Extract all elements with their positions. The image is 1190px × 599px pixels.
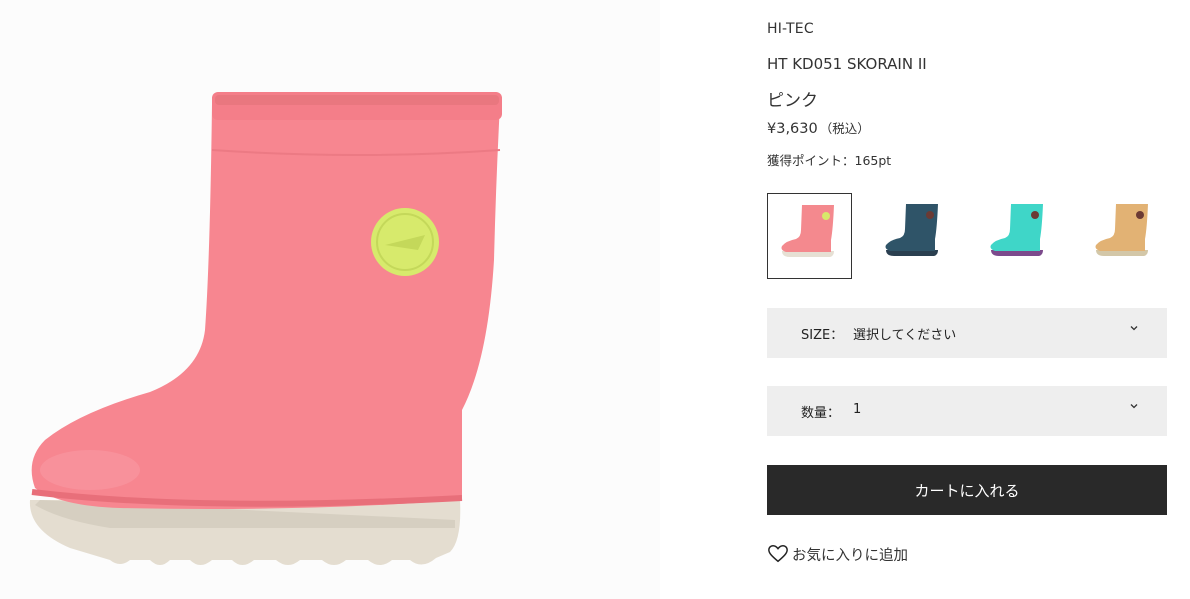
product-main-image (0, 0, 660, 599)
favorite-label: お気に入りに追加 (792, 547, 908, 564)
boot-thumbnail-mint (990, 204, 1043, 256)
add-to-favorites[interactable]: お気に入りに追加 (767, 543, 908, 565)
quantity-label: 数量： (801, 406, 841, 421)
add-to-cart-button[interactable]: カートに入れる (767, 465, 1167, 515)
boot-badge (926, 211, 934, 219)
swatch-beige[interactable] (1082, 193, 1167, 279)
swatch-mint[interactable] (977, 193, 1062, 279)
product-color: ピンク (767, 91, 818, 111)
product-price: ¥3,630 （税込） (767, 118, 870, 137)
swatch-pink[interactable] (767, 193, 852, 279)
boot-thumbnail-navy (885, 204, 938, 256)
boot-badge (822, 212, 830, 220)
reward-points: 獲得ポイント：165pt (767, 153, 892, 168)
heart-icon (768, 545, 788, 563)
quantity-select[interactable]: 数量： 1 (767, 386, 1167, 436)
product-title: HT KD051 SKORAIN II (767, 55, 927, 73)
boot-badge (1031, 211, 1039, 219)
brand-name[interactable]: HI-TEC (767, 21, 814, 37)
tax-note: （税込） (819, 121, 870, 136)
quantity-value: 1 (853, 402, 862, 417)
size-label: SIZE： (801, 328, 844, 343)
price-value: ¥3,630 (767, 121, 818, 137)
swatch-navy[interactable] (872, 193, 957, 279)
chevron-down-icon (1130, 326, 1138, 331)
size-select[interactable]: SIZE： 選択してください (767, 308, 1167, 358)
boot-thumbnail-beige (1095, 204, 1148, 256)
boot-thumbnail-pink (781, 205, 834, 257)
chevron-down-icon (1130, 404, 1138, 409)
boot-badge (1136, 211, 1144, 219)
rain-boot-illustration (29, 92, 502, 565)
color-swatches (767, 193, 1167, 279)
size-value: 選択してください (853, 328, 957, 343)
